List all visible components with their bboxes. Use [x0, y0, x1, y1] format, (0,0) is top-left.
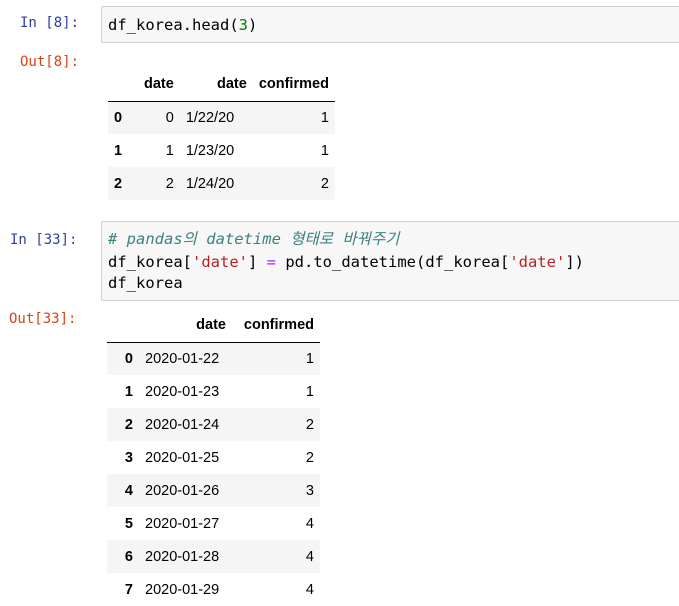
code-number: 3 [238, 16, 248, 34]
code-token: df_korea [108, 274, 183, 292]
row-index: 2 [124, 416, 133, 433]
row-index: 4 [124, 482, 133, 499]
row-index: 3 [124, 449, 133, 466]
code-token: ]) [565, 253, 584, 271]
code-line: df_korea [108, 273, 183, 293]
code-string: 'date' [509, 253, 566, 271]
code-token: pd.to_datetime(df_korea[ [276, 253, 510, 271]
code-line: # pandas의 datetime 형태로 바꿔주기 [108, 229, 399, 249]
row-index: 1 [114, 142, 123, 159]
table-row: 7 2020-01-29 4 [107, 573, 320, 606]
table-cell: 2020-01-24 [145, 416, 220, 433]
table-cell: 1 [320, 142, 329, 159]
code-operator: = [266, 253, 277, 271]
table-cell: 2020-01-26 [145, 482, 220, 499]
table-row: 0 0 1/22/20 1 [108, 101, 335, 134]
dataframe-output-33: date confirmed 0 2020-01-22 1 1 2020-01-… [107, 308, 320, 606]
table-cell: 2020-01-23 [145, 383, 220, 400]
row-index: 2 [114, 175, 123, 192]
row-index: 6 [124, 548, 133, 565]
code-line: df_korea.head(3) [108, 15, 257, 35]
table-cell: 4 [305, 515, 314, 532]
code-cell-input-8[interactable]: df_korea.head(3) [101, 6, 679, 43]
code-comment: # pandas의 datetime 형태로 바꿔주기 [108, 230, 400, 248]
row-index: 0 [114, 109, 123, 126]
column-header: date [138, 67, 180, 102]
table-cell: 2 [305, 416, 314, 433]
table-cell: 1 [165, 142, 174, 159]
table-cell: 2 [320, 175, 329, 192]
code-token: .head( [182, 16, 239, 34]
table-row: 5 2020-01-27 4 [107, 507, 320, 540]
table-cell: 3 [305, 482, 314, 499]
table-row: 2 2020-01-24 2 [107, 408, 320, 441]
table-header-row: date date confirmed [108, 67, 335, 102]
table-cell: 2020-01-25 [145, 449, 220, 466]
code-token: ] [248, 253, 267, 271]
code-token: df_korea [108, 16, 183, 34]
table-cell: 1 [305, 350, 314, 367]
table-cell: 2020-01-28 [145, 548, 220, 565]
column-header: confirmed [252, 67, 335, 102]
table-row: 1 2020-01-23 1 [107, 375, 320, 408]
table-cell: 1/23/20 [185, 142, 235, 159]
output-prompt-33: Out[33]: [9, 311, 77, 327]
code-token: df_korea[ [108, 253, 192, 271]
index-header [108, 67, 138, 102]
table-row: 0 2020-01-22 1 [107, 342, 320, 375]
table-cell: 4 [305, 548, 314, 565]
input-prompt-33: In [33]: [10, 232, 78, 248]
code-string: 'date' [192, 253, 248, 271]
table-row: 1 1 1/23/20 1 [108, 134, 335, 167]
table-cell: 1 [305, 383, 314, 400]
table-cell: 2020-01-22 [145, 350, 220, 367]
code-line: df_korea['date'] = pd.to_datetime(df_kor… [108, 252, 584, 272]
input-prompt-8: In [8]: [20, 15, 80, 31]
dataframe-output-8: date date confirmed 0 0 1/22/20 1 1 1 1/… [108, 67, 335, 200]
table-cell: 1/24/20 [185, 175, 235, 192]
table-cell: 1 [320, 109, 329, 126]
table-header-row: date confirmed [107, 308, 320, 343]
column-header: date [139, 308, 232, 343]
table-cell: 2020-01-27 [145, 515, 220, 532]
table-cell: 4 [305, 581, 314, 598]
table-row: 6 2020-01-28 4 [107, 540, 320, 573]
row-index: 1 [124, 383, 133, 400]
index-header [107, 308, 139, 343]
row-index: 5 [124, 515, 133, 532]
table-row: 4 2020-01-26 3 [107, 474, 320, 507]
table-cell: 1/22/20 [185, 109, 235, 126]
table-cell: 2 [305, 449, 314, 466]
table-row: 2 2 1/24/20 2 [108, 167, 335, 200]
column-header: confirmed [232, 308, 320, 343]
column-header: date [179, 67, 253, 102]
table-row: 3 2020-01-25 2 [107, 441, 320, 474]
table-cell: 0 [165, 109, 174, 126]
table-cell: 2 [165, 175, 174, 192]
row-index: 0 [124, 350, 133, 367]
table-cell: 2020-01-29 [145, 581, 220, 598]
output-prompt-8: Out[8]: [20, 54, 80, 70]
code-cell-input-33[interactable]: # pandas의 datetime 형태로 바꿔주기 df_korea['da… [101, 221, 679, 301]
row-index: 7 [124, 581, 133, 598]
code-token: ) [248, 16, 258, 34]
